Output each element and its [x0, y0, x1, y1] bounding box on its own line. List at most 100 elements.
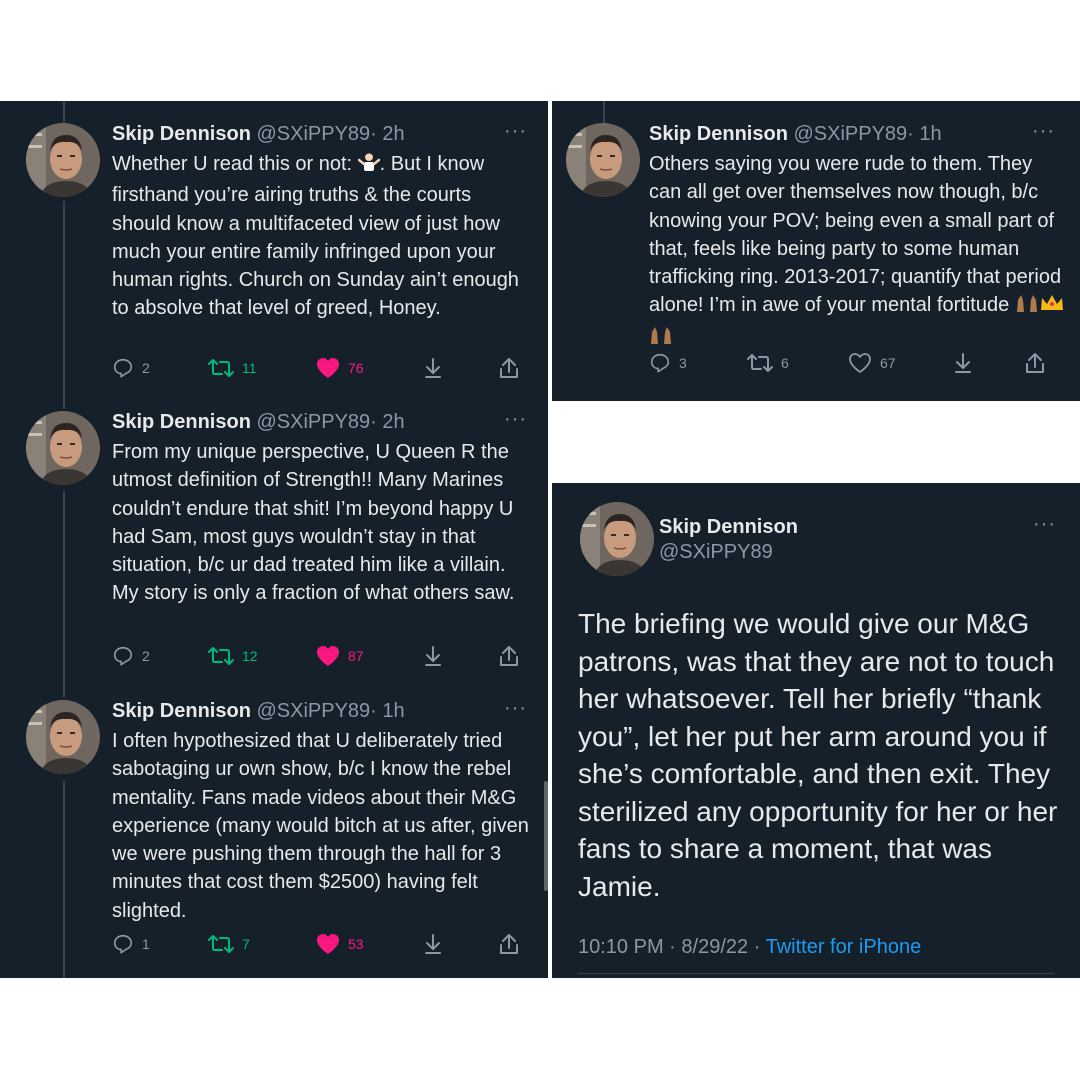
retweet-icon [208, 359, 234, 377]
divider [578, 973, 1054, 974]
bookmark-button[interactable] [422, 933, 444, 955]
tweet[interactable]: Skip Dennison @SXiPPY89· 1h ··· I often … [0, 697, 548, 968]
tweet[interactable]: Skip Dennison @SXiPPY89· 1h ··· Others s… [552, 120, 1080, 391]
retweet-icon [747, 354, 773, 372]
raising-hands-emoji [1015, 292, 1039, 322]
author-handle[interactable]: @SXiPPY89 [659, 541, 773, 564]
tweet-header: Skip Dennison @SXiPPY89· 1h [649, 123, 942, 146]
bookmark-button[interactable] [422, 357, 444, 379]
tweet-text: From my unique perspective, U Queen R th… [112, 441, 515, 605]
tweet-text-part: Whether U read this or not: [112, 153, 358, 175]
download-icon [425, 646, 441, 666]
reply-button[interactable]: 2 [112, 645, 150, 667]
author-handle[interactable]: @SXiPPY89 [256, 123, 370, 145]
tweet-actions: 1 7 53 [112, 933, 522, 957]
reply-count: 3 [679, 355, 687, 371]
share-button[interactable] [498, 933, 520, 955]
separator: · [669, 936, 676, 958]
retweet-count: 7 [242, 936, 250, 952]
tweet-header: Skip Dennison @SXiPPY89· 1h [112, 700, 405, 723]
more-options-icon[interactable]: ··· [504, 120, 527, 143]
avatar[interactable] [580, 502, 654, 576]
tweet-text: I often hypothesized that U deliberately… [112, 730, 529, 922]
retweet-count: 6 [781, 355, 789, 371]
avatar[interactable] [26, 411, 100, 485]
tweet-actions: 3 6 67 [649, 352, 1059, 376]
share-button[interactable] [1024, 352, 1046, 374]
avatar[interactable] [566, 123, 640, 197]
timestamp[interactable]: · 2h [370, 123, 404, 145]
tweet-actions: 2 11 76 [112, 357, 522, 381]
tweet-time: 10:10 PM [578, 936, 664, 958]
share-icon [500, 358, 518, 378]
tweet-text: Others saying you were rude to them. The… [649, 150, 1069, 354]
reply-button[interactable]: 1 [112, 933, 150, 955]
reply-icon [113, 646, 133, 666]
tweet-header: Skip Dennison @SXiPPY89· 2h [112, 123, 405, 146]
share-icon [500, 934, 518, 954]
retweet-count: 11 [242, 360, 257, 376]
download-icon [955, 353, 971, 373]
share-icon [1026, 353, 1044, 373]
reply-icon [113, 934, 133, 954]
timestamp[interactable]: · 1h [370, 700, 404, 722]
timestamp[interactable]: · 2h [370, 411, 404, 433]
retweet-button[interactable]: 12 [208, 645, 258, 667]
crown-emoji [1039, 292, 1065, 322]
like-button[interactable]: 67 [848, 352, 896, 374]
author-handle[interactable]: @SXiPPY89 [256, 411, 370, 433]
bookmark-button[interactable] [952, 352, 974, 374]
timestamp[interactable]: · 1h [907, 123, 941, 145]
like-count: 67 [880, 355, 896, 371]
more-options-icon[interactable]: ··· [1033, 513, 1056, 536]
download-icon [425, 934, 441, 954]
author-name[interactable]: Skip Dennison [112, 411, 251, 433]
download-icon [425, 358, 441, 378]
separator: · [753, 936, 761, 958]
retweet-button[interactable]: 11 [208, 357, 257, 379]
like-button[interactable]: 87 [316, 645, 364, 667]
reply-count: 2 [142, 360, 150, 376]
avatar[interactable] [26, 123, 100, 197]
share-button[interactable] [498, 645, 520, 667]
like-count: 53 [348, 936, 364, 952]
tweet[interactable]: Skip Dennison @SXiPPY89· 2h ··· From my … [0, 408, 548, 679]
reply-icon [113, 358, 133, 378]
left-panel: Skip Dennison @SXiPPY89· 2h ··· Whether … [0, 101, 548, 978]
like-button[interactable]: 53 [316, 933, 364, 955]
share-icon [500, 646, 518, 666]
like-count: 87 [348, 648, 364, 664]
author-name[interactable]: Skip Dennison [659, 516, 798, 539]
author-name[interactable]: Skip Dennison [649, 123, 788, 145]
tweet-text: The briefing we would give our M&G patro… [578, 608, 1058, 902]
like-button[interactable]: 76 [316, 357, 364, 379]
more-options-icon[interactable]: ··· [504, 408, 527, 431]
share-button[interactable] [498, 357, 520, 379]
reply-count: 2 [142, 648, 150, 664]
retweet-button[interactable]: 6 [747, 352, 789, 374]
thread-line [603, 101, 605, 123]
author-handle[interactable]: @SXiPPY89 [256, 700, 370, 722]
tweet-text-part: Others saying you were rude to them. The… [649, 153, 1062, 317]
author-name[interactable]: Skip Dennison [112, 123, 251, 145]
like-count: 76 [348, 360, 364, 376]
avatar[interactable] [26, 700, 100, 774]
author-handle[interactable]: @SXiPPY89 [793, 123, 907, 145]
tweet-source-link[interactable]: Twitter for iPhone [766, 936, 922, 958]
tweet-header: Skip Dennison @SXiPPY89· 2h [112, 411, 405, 434]
author-name[interactable]: Skip Dennison [112, 700, 251, 722]
tweet-text-part: . But I know firsthand you’re airing tru… [112, 153, 519, 320]
reply-button[interactable]: 3 [649, 352, 687, 374]
reply-count: 1 [142, 936, 150, 952]
more-options-icon[interactable]: ··· [1032, 120, 1055, 143]
more-options-icon[interactable]: ··· [504, 697, 527, 720]
tweet-meta: 10:10 PM · 8/29/22 · Twitter for iPhone [578, 936, 921, 959]
heart-icon [849, 353, 871, 373]
reply-button[interactable]: 2 [112, 357, 150, 379]
tweet[interactable]: Skip Dennison @SXiPPY89· 2h ··· Whether … [0, 120, 548, 391]
focused-tweet-panel: Skip Dennison @SXiPPY89 ··· The briefing… [552, 483, 1080, 978]
tweet-date: 8/29/22 [681, 936, 749, 958]
bookmark-button[interactable] [422, 645, 444, 667]
retweet-button[interactable]: 7 [208, 933, 250, 955]
reply-icon [650, 353, 670, 373]
